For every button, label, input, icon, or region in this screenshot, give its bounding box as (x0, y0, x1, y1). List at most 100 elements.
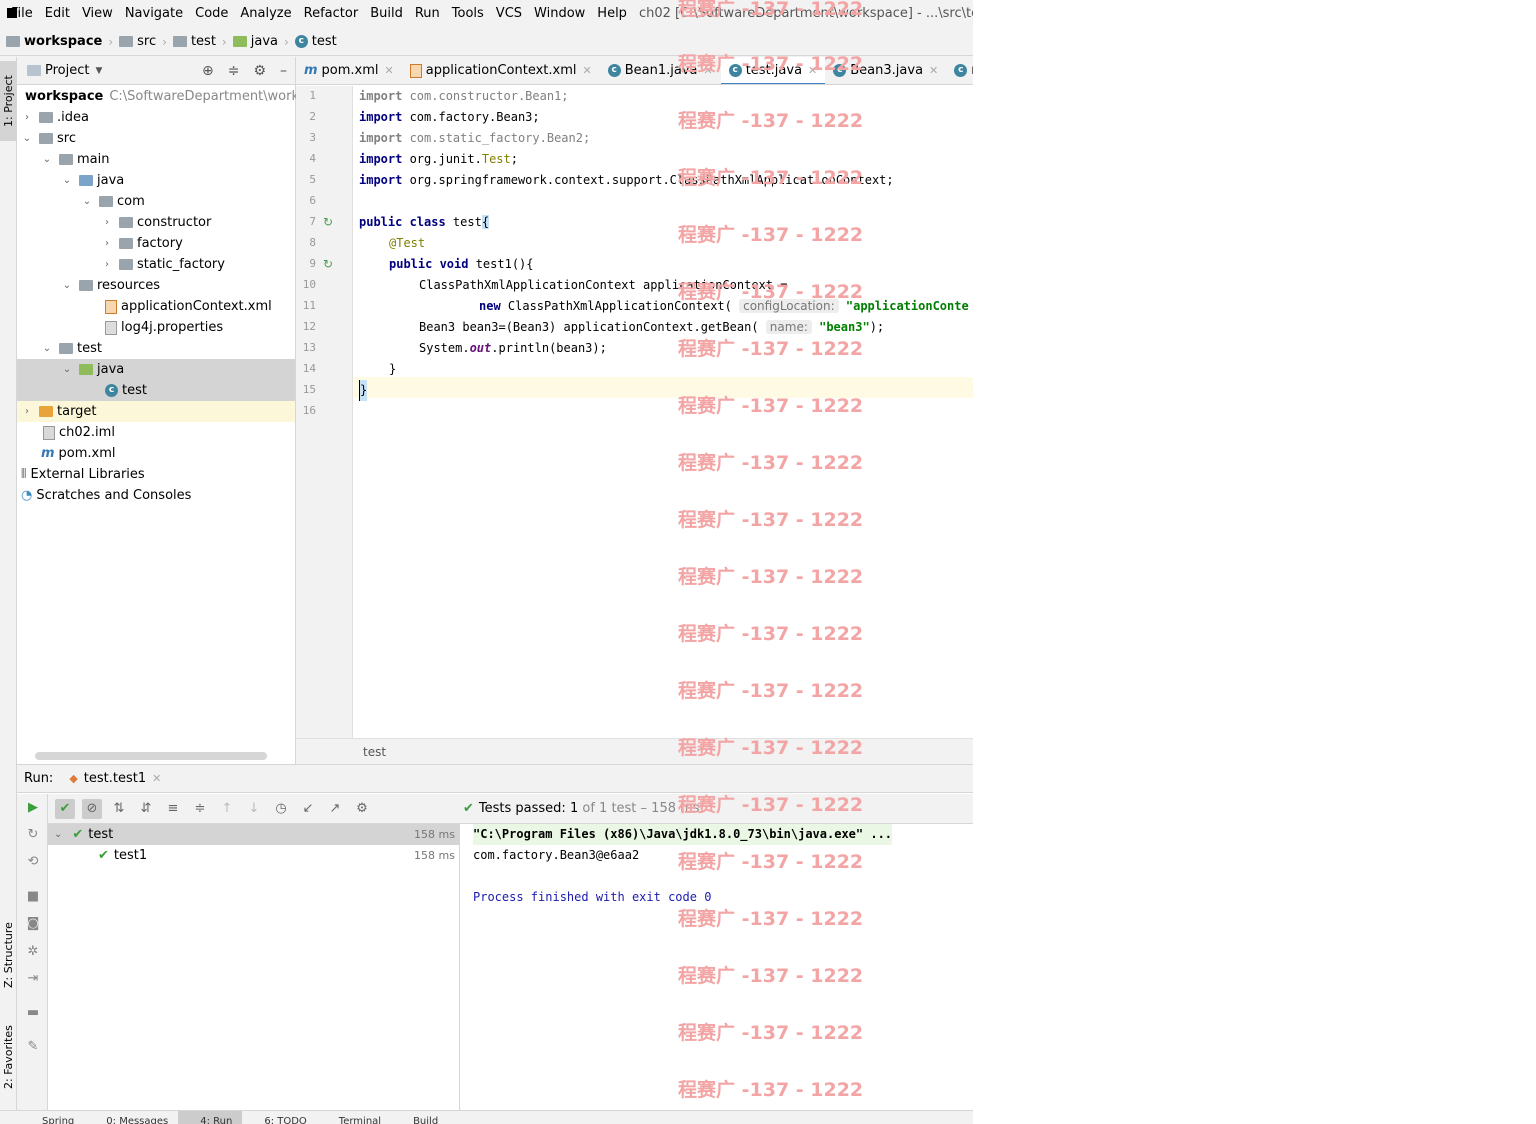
close-tab-icon[interactable]: ✕ (385, 64, 394, 77)
chevron-right-icon[interactable]: › (101, 217, 113, 228)
project-view-selector[interactable]: Project (45, 63, 89, 78)
menu-edit[interactable]: Edit (45, 6, 70, 21)
tree-node-constructor[interactable]: › constructor (17, 212, 295, 233)
tree-node-scratches[interactable]: ◔ Scratches and Consoles (17, 485, 295, 506)
settings-gear-icon[interactable]: ⚙ (253, 63, 266, 79)
sort-by-duration-icon[interactable]: ⇵ (136, 799, 156, 819)
run-tab-test-test1[interactable]: ◆ test.test1 ✕ (69, 771, 161, 786)
tool-tab-messages[interactable]: 0: Messages (84, 1111, 178, 1124)
tree-node-idea[interactable]: › .idea (17, 107, 295, 128)
collapse-all-icon[interactable]: ≑ (190, 799, 210, 819)
layout-icon[interactable]: ▬ (25, 1005, 41, 1021)
horizontal-scrollbar[interactable] (35, 752, 267, 760)
import-tests-icon[interactable]: ↙ (298, 799, 318, 819)
previous-failed-icon[interactable]: ↑ (217, 799, 237, 819)
toggle-auto-test-icon[interactable]: ⟲ (25, 854, 41, 870)
tree-node-test-java[interactable]: ⌄ java (17, 359, 295, 380)
chevron-down-icon[interactable]: ⌄ (41, 154, 53, 165)
menu-refactor[interactable]: Refactor (304, 6, 359, 21)
menu-window[interactable]: Window (534, 6, 585, 21)
tree-node-application-context-xml[interactable]: applicationContext.xml (17, 296, 295, 317)
export-results-icon[interactable]: ↗ (325, 799, 345, 819)
tree-node-resources[interactable]: ⌄ resources (17, 275, 295, 296)
breadcrumb-workspace[interactable]: workspace (6, 34, 102, 49)
tree-node-target[interactable]: › target (17, 401, 295, 422)
tab-application-context-xml[interactable]: applicationContext.xml ✕ (402, 57, 600, 84)
chevron-down-icon[interactable]: ⌄ (41, 343, 53, 354)
tool-tab-build[interactable]: Build (391, 1111, 448, 1124)
tree-node-com[interactable]: ⌄ com (17, 191, 295, 212)
camera-icon[interactable]: ◙ (25, 916, 41, 932)
show-passed-icon[interactable]: ✔ (55, 798, 75, 819)
structure-tool-tab[interactable]: Z: Structure (0, 915, 17, 995)
close-tab-icon[interactable]: ✕ (929, 64, 938, 77)
chevron-right-icon[interactable]: › (21, 406, 33, 417)
hide-panel-icon[interactable]: – (280, 63, 287, 79)
chevron-down-icon[interactable]: ⌄ (61, 280, 73, 291)
chevron-right-icon[interactable]: › (101, 238, 113, 249)
breadcrumb-src[interactable]: src (119, 34, 156, 49)
code-area[interactable]: import com.constructor.Bean1; import com… (354, 86, 973, 738)
tree-node-src[interactable]: ⌄ src (17, 128, 295, 149)
menu-help[interactable]: Help (597, 6, 627, 21)
chevron-down-icon[interactable]: ⌄ (21, 133, 33, 144)
test-node-test1[interactable]: ✔ test1 158 ms (48, 845, 459, 866)
tab-pom-xml[interactable]: m pom.xml ✕ (296, 57, 402, 84)
next-failed-icon[interactable]: ↓ (244, 799, 264, 819)
stop-icon[interactable]: ■ (25, 889, 41, 905)
tree-node-factory[interactable]: › factory (17, 233, 295, 254)
sort-alphabetically-icon[interactable]: ⇅ (109, 799, 129, 819)
chevron-right-icon[interactable]: › (21, 112, 33, 123)
chevron-down-icon[interactable]: ⌄ (54, 829, 62, 840)
tool-tab-run[interactable]: 4: Run (178, 1111, 243, 1124)
tree-node-log4j-properties[interactable]: log4j.properties (17, 317, 295, 338)
show-ignored-icon[interactable]: ⊘ (82, 798, 102, 819)
tree-node-external-libraries[interactable]: ⫴ External Libraries (17, 464, 295, 485)
tool-tab-spring[interactable]: Spring (20, 1111, 84, 1124)
debug-icon[interactable]: ✲ (25, 944, 41, 960)
rerun-failed-icon[interactable]: ↻ (25, 827, 41, 843)
settings-gear-icon[interactable]: ⚙ (352, 799, 372, 819)
chevron-down-icon[interactable]: ⌄ (61, 364, 73, 375)
menu-code[interactable]: Code (195, 6, 228, 21)
tree-node-main-java[interactable]: ⌄ java (17, 170, 295, 191)
run-test-icon[interactable]: ↻ (323, 258, 335, 270)
menu-tools[interactable]: Tools (452, 6, 484, 21)
editor-breadcrumb[interactable]: test (296, 738, 973, 764)
breadcrumb-test[interactable]: test (172, 34, 216, 49)
chevron-right-icon[interactable]: › (101, 259, 113, 270)
menu-build[interactable]: Build (370, 6, 403, 21)
project-tool-tab[interactable]: 1: Project (0, 61, 17, 141)
tree-node-main[interactable]: ⌄ main (17, 149, 295, 170)
tab-myfa[interactable]: cmyfa (946, 57, 973, 84)
tool-tab-todo[interactable]: 6: TODO (242, 1111, 316, 1124)
tree-node-test-class[interactable]: c test (17, 380, 295, 401)
tool-tab-terminal[interactable]: Terminal (317, 1111, 391, 1124)
menu-navigate[interactable]: Navigate (125, 6, 183, 21)
run-test-icon[interactable]: ↻ (323, 216, 335, 228)
dropdown-arrow-icon[interactable]: ▼ (95, 66, 102, 76)
breadcrumb-test-class[interactable]: c test (294, 34, 337, 49)
tree-node-workspace[interactable]: workspace C:\SoftwareDepartment\works (17, 86, 306, 107)
menu-analyze[interactable]: Analyze (240, 6, 291, 21)
expand-all-icon[interactable]: ≡ (163, 799, 183, 819)
menu-vcs[interactable]: VCS (496, 6, 522, 21)
tree-node-ch02-iml[interactable]: ch02.iml (17, 422, 295, 443)
favorites-tool-tab[interactable]: 2: Favorites (0, 1017, 17, 1097)
locate-file-icon[interactable]: ⊕ (202, 63, 214, 79)
tree-node-pom-xml[interactable]: m pom.xml (17, 443, 295, 464)
menu-view[interactable]: View (82, 6, 113, 21)
tree-node-static-factory[interactable]: › static_factory (17, 254, 295, 275)
test-node-test[interactable]: ⌄ ✔ test 158 ms (48, 824, 459, 845)
pin-icon[interactable]: ✎ (25, 1039, 41, 1055)
breadcrumb-java[interactable]: java (232, 34, 278, 49)
collapse-all-icon[interactable]: ≑ (228, 63, 240, 79)
close-tab-icon[interactable]: ✕ (583, 64, 592, 77)
close-tab-icon[interactable]: ✕ (152, 772, 161, 785)
rerun-icon[interactable]: ▶ (25, 800, 41, 816)
test-history-icon[interactable]: ◷ (271, 799, 291, 819)
tree-node-test[interactable]: ⌄ test (17, 338, 295, 359)
menu-run[interactable]: Run (415, 6, 440, 21)
chevron-down-icon[interactable]: ⌄ (81, 196, 93, 207)
chevron-down-icon[interactable]: ⌄ (61, 175, 73, 186)
